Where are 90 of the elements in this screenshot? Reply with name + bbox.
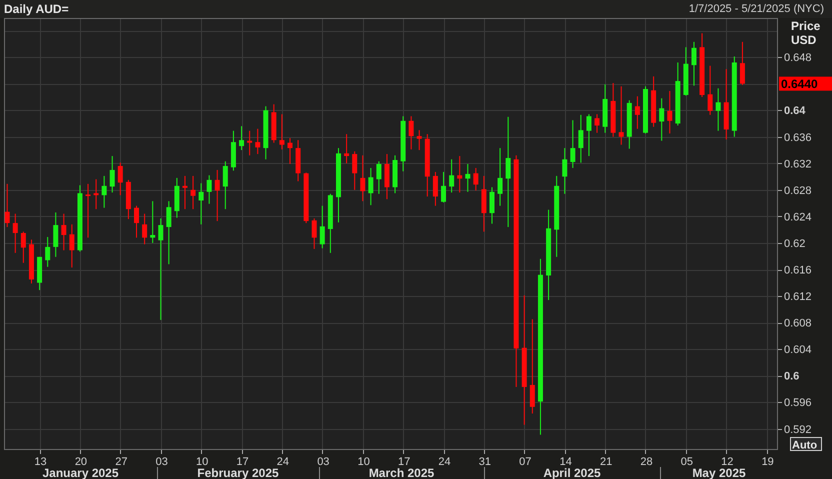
- candlestick: [61, 214, 66, 250]
- y-axis-label: 0.608: [784, 318, 812, 330]
- y-axis-label: 0.62: [784, 238, 806, 250]
- x-axis-label: 05: [680, 456, 694, 468]
- y-axis-label: 0.612: [784, 291, 812, 304]
- candlestick: [20, 232, 26, 263]
- x-axis-label: 10: [196, 456, 208, 468]
- candlestick: [279, 114, 284, 150]
- x-axis-label: 07: [519, 456, 532, 468]
- candlestick: [643, 86, 648, 134]
- candlestick: [126, 180, 131, 220]
- candlestick: [424, 134, 430, 196]
- candlestick: [344, 134, 350, 164]
- y-axis-label: 0.6: [784, 370, 800, 383]
- candlestick: [465, 164, 470, 192]
- candlestick: [473, 168, 478, 191]
- candlestick: [288, 138, 292, 164]
- y-axis-label: 0.648: [784, 52, 812, 64]
- x-axis-label: 24: [438, 456, 451, 468]
- candlestick: [490, 187, 494, 224]
- candlestick: [222, 161, 228, 210]
- auto-scale-button[interactable]: Auto: [790, 437, 822, 452]
- last-price-tag: 0.6440: [779, 76, 832, 92]
- chart-title: Daily AUD=: [4, 2, 69, 16]
- candlestick: [683, 47, 688, 96]
- candlestick: [69, 224, 74, 268]
- candlestick: [457, 156, 462, 193]
- candlestick: [328, 194, 333, 253]
- candlestick: [659, 98, 664, 141]
- candlestick: [675, 62, 680, 126]
- y-axis-label: 0.604: [784, 344, 812, 356]
- x-axis-label: 31: [478, 456, 492, 468]
- x-axis-label: 24: [276, 456, 290, 468]
- candlestick: [716, 88, 721, 131]
- x-axis-label: 17: [236, 456, 249, 468]
- candlestick: [12, 214, 18, 253]
- month-label: March 2025: [368, 466, 434, 479]
- candlestick: [578, 114, 584, 163]
- x-axis-label: 13: [34, 456, 47, 468]
- candlestick: [392, 155, 398, 194]
- x-axis-label: 10: [358, 456, 370, 468]
- axis-title: Price: [791, 19, 820, 33]
- x-axis-label: 19: [762, 456, 774, 468]
- y-axis-label: 0.64: [784, 105, 806, 118]
- candlestick: [296, 140, 301, 182]
- x-axis-label: 20: [74, 456, 88, 468]
- y-axis-label: 0.632: [784, 158, 812, 170]
- x-axis-label: 28: [640, 456, 653, 468]
- candlestick: [312, 218, 317, 249]
- candlestick: [271, 104, 276, 143]
- candlestick: [626, 100, 632, 149]
- candlestick: [602, 84, 608, 133]
- y-axis-label: 0.628: [784, 184, 812, 197]
- candlestick: [77, 185, 82, 252]
- axis-title: USD: [791, 33, 816, 47]
- x-axis-label: 12: [721, 456, 734, 468]
- candlestick: [150, 201, 156, 243]
- candlestick: [594, 114, 600, 133]
- candlestick: [174, 178, 180, 218]
- candlestick: [586, 114, 592, 156]
- x-axis-label: 03: [156, 456, 168, 468]
- x-axis-label: 27: [115, 456, 128, 468]
- candlestick: [562, 148, 568, 194]
- candlestick: [45, 236, 50, 267]
- candlestick: [449, 159, 454, 193]
- candlestick: [304, 172, 309, 224]
- candlestick: [724, 69, 729, 140]
- y-axis-label: 0.616: [784, 264, 812, 276]
- x-axis-label: 14: [560, 456, 572, 468]
- date-range: 1/7/2025 - 5/21/2025 (NYC): [688, 3, 824, 15]
- y-axis-label: 0.636: [784, 132, 812, 144]
- x-axis-label: 03: [317, 456, 330, 468]
- y-axis-label: 0.592: [784, 424, 812, 436]
- candlestick: [618, 86, 624, 145]
- y-axis-label: 0.624: [784, 211, 812, 224]
- candlestick: [700, 33, 705, 97]
- candlestick: [691, 42, 696, 86]
- candlestick: [118, 162, 123, 196]
- x-axis-label: 17: [398, 456, 410, 468]
- candlestick: [110, 156, 115, 193]
- candlestick: [610, 83, 616, 137]
- candlestick: [740, 42, 745, 86]
- candlestick: [441, 172, 446, 202]
- candlestick: [134, 206, 139, 238]
- candlestick: [376, 161, 382, 194]
- candlestick: [37, 256, 42, 290]
- y-axis-label: 0.596: [784, 397, 812, 410]
- candlestick: [352, 151, 358, 190]
- candlestick: [142, 214, 148, 244]
- x-axis-label: 21: [600, 456, 612, 468]
